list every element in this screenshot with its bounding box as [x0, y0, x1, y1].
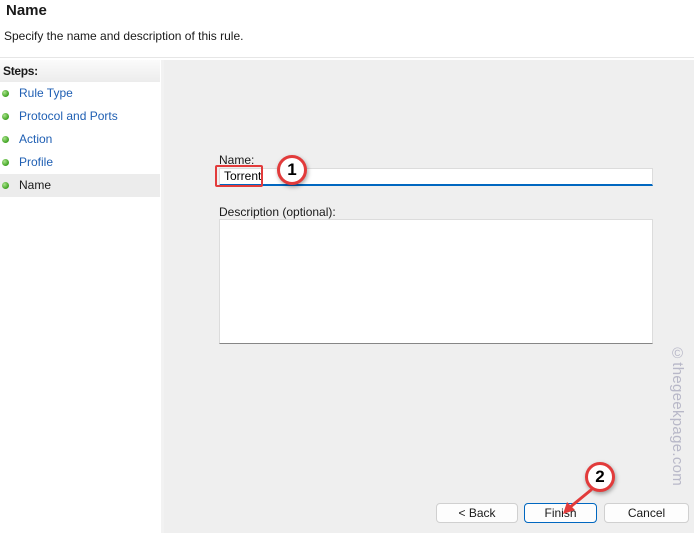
- header-divider: [0, 57, 694, 58]
- page-subtitle: Specify the name and description of this…: [4, 29, 244, 43]
- step-protocol-and-ports[interactable]: Protocol and Ports: [0, 105, 160, 128]
- step-action[interactable]: Action: [0, 128, 160, 151]
- step-profile[interactable]: Profile: [0, 151, 160, 174]
- description-label: Description (optional):: [219, 205, 336, 219]
- annotation-highlight-box: [215, 165, 263, 187]
- step-complete-icon: [2, 113, 9, 120]
- step-label: Profile: [19, 155, 54, 169]
- step-label: Action: [19, 132, 53, 146]
- step-label: Name: [19, 178, 52, 192]
- step-name[interactable]: Name: [0, 174, 160, 197]
- step-label: Rule Type: [19, 86, 73, 100]
- steps-heading: Steps:: [0, 60, 160, 82]
- cancel-button[interactable]: Cancel: [604, 503, 689, 523]
- steps-panel: Steps: Rule Type Protocol and Ports Acti…: [0, 60, 160, 533]
- step-rule-type[interactable]: Rule Type: [0, 82, 160, 105]
- step-complete-icon: [2, 182, 9, 189]
- step-complete-icon: [2, 136, 9, 143]
- annotation-badge-1: 1: [277, 155, 307, 185]
- step-complete-icon: [2, 90, 9, 97]
- step-complete-icon: [2, 159, 9, 166]
- back-button[interactable]: < Back: [436, 503, 518, 523]
- page-title: Name: [6, 2, 47, 19]
- step-label: Protocol and Ports: [19, 109, 118, 123]
- watermark: ©thegeekpage.com: [669, 345, 686, 487]
- annotation-arrow-icon: [563, 488, 593, 514]
- description-textarea[interactable]: [219, 219, 653, 344]
